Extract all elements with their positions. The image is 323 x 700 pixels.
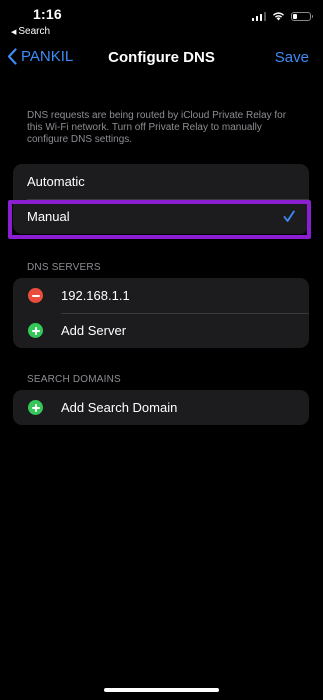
option-automatic[interactable]: Automatic	[13, 164, 309, 199]
option-manual-label: Manual	[27, 209, 70, 224]
navigation-bar: PANKIL Configure DNS Save	[0, 44, 323, 74]
wifi-icon	[273, 12, 284, 21]
dns-servers-header: DNS SERVERS	[27, 262, 101, 273]
add-circle-icon	[28, 400, 43, 415]
add-server-label: Add Server	[61, 323, 127, 338]
private-relay-notice: DNS requests are being routed by iCloud …	[27, 110, 287, 145]
remove-circle-icon[interactable]	[28, 288, 43, 303]
option-automatic-label: Automatic	[27, 174, 85, 189]
dns-servers-group: 192.168.1.1 Add Server	[13, 278, 309, 348]
back-triangle-icon: ◀	[11, 28, 17, 36]
dns-server-address: 192.168.1.1	[61, 288, 130, 303]
dns-mode-options: Automatic Manual	[13, 164, 309, 234]
add-search-domain-label: Add Search Domain	[61, 400, 178, 415]
add-search-domain-button[interactable]: Add Search Domain	[13, 390, 309, 425]
home-indicator[interactable]	[104, 688, 219, 692]
cellular-signal-icon	[251, 11, 266, 21]
add-server-button[interactable]: Add Server	[13, 313, 309, 348]
dns-server-row[interactable]: 192.168.1.1	[13, 278, 309, 313]
battery-icon	[291, 11, 313, 21]
save-button[interactable]: Save	[275, 49, 309, 66]
status-icons	[251, 11, 313, 21]
add-circle-icon	[28, 323, 43, 338]
status-back-label: Search	[18, 26, 51, 37]
option-manual[interactable]: Manual	[13, 199, 309, 234]
status-time: 1:16	[33, 6, 62, 22]
checkmark-icon	[283, 210, 295, 222]
search-domains-group: Add Search Domain	[13, 390, 309, 425]
status-back-to-search[interactable]: ◀ Search	[11, 26, 50, 37]
battery-fill	[293, 13, 297, 19]
search-domains-header: SEARCH DOMAINS	[27, 374, 121, 385]
